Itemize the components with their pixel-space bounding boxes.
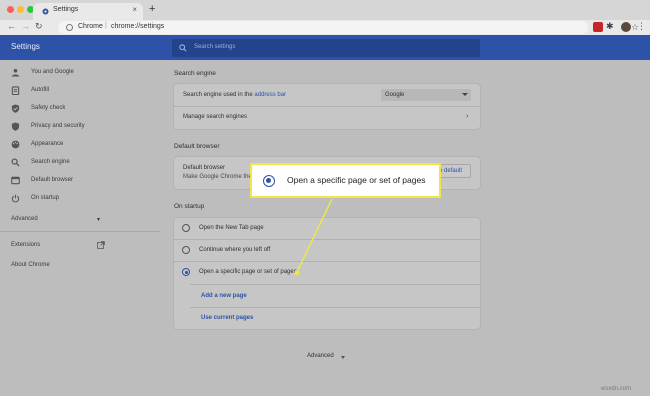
search-engine-select-value: Google <box>385 92 405 98</box>
sidebar-item-label: Safety check <box>31 105 66 111</box>
forward-arrow-icon[interactable]: → <box>21 21 30 31</box>
sidebar-item-label: Default browser <box>31 177 74 183</box>
default-browser-row-subtitle: Make Google Chrome the d <box>183 174 257 180</box>
reload-icon[interactable]: ↻ <box>35 21 43 32</box>
sidebar-item-on-startup[interactable]: On startup <box>0 191 160 207</box>
callout-box: Open a specific page or set of pages <box>250 163 441 198</box>
watermark: wsxdn.com <box>601 386 632 392</box>
radio-specific-pages[interactable] <box>182 268 190 276</box>
row-divider <box>190 307 480 308</box>
tab-strip: Settings × + <box>0 0 650 20</box>
browser-icon <box>11 176 20 185</box>
sidebar-item-about-chrome[interactable]: About Chrome <box>11 262 50 268</box>
default-browser-row-title: Default browser <box>183 165 226 171</box>
gear-icon <box>42 8 49 15</box>
close-tab-icon[interactable]: × <box>132 5 137 14</box>
browser-toolbar: ← → ↻ Chrome | chrome://settings ☆ ✱ ⋮ <box>0 20 650 35</box>
advanced-expand-button[interactable]: Advanced <box>307 353 334 359</box>
sidebar-item-search-engine[interactable]: Search engine <box>0 155 160 171</box>
url-site-chip: Chrome <box>78 23 103 30</box>
chevron-down-icon[interactable] <box>341 356 345 359</box>
address-bar[interactable]: Chrome | chrome://settings ☆ <box>58 21 639 34</box>
tab-settings[interactable]: Settings × <box>33 3 143 20</box>
use-current-pages-link[interactable]: Use current pages <box>201 315 253 321</box>
section-title-search-engine: Search engine <box>174 70 216 77</box>
back-arrow-icon[interactable]: ← <box>7 21 16 31</box>
section-title-default-browser: Default browser <box>174 143 220 150</box>
radio-continue-where-left-off[interactable] <box>182 246 190 254</box>
dropdown-caret-icon <box>462 93 468 96</box>
site-info-icon[interactable] <box>66 24 73 31</box>
more-menu-icon[interactable]: ⋮ <box>637 21 646 32</box>
palette-icon <box>11 140 20 149</box>
search-engine-row-label: Search engine used in the address bar <box>183 92 287 98</box>
url-separator: | <box>105 22 107 29</box>
tab-title: Settings <box>53 6 79 13</box>
on-startup-card: Open the New Tab page Continue where you… <box>174 218 480 329</box>
row-divider <box>174 106 480 107</box>
radio-label: Open the New Tab page <box>199 225 264 231</box>
power-icon <box>11 194 20 203</box>
callout-text: Open a specific page or set of pages <box>287 175 426 185</box>
manage-search-engines-row[interactable]: Manage search engines <box>183 114 247 120</box>
extensions-puzzle-icon[interactable]: ✱ <box>606 21 614 32</box>
open-in-new-icon[interactable] <box>97 241 105 249</box>
profile-avatar[interactable] <box>621 22 631 32</box>
extension-icon[interactable] <box>593 22 603 32</box>
person-icon <box>11 68 20 77</box>
shield-check-icon <box>11 104 20 113</box>
clipboard-icon <box>11 86 20 95</box>
row-divider <box>190 284 480 285</box>
sidebar-item-label: Search engine <box>31 159 70 165</box>
shield-icon <box>11 122 20 131</box>
sidebar-item-you-and-google[interactable]: You and Google <box>0 65 160 81</box>
sidebar-item-safety-check[interactable]: Safety check <box>0 101 160 117</box>
sidebar-item-default-browser[interactable]: Default browser <box>0 173 160 189</box>
search-engine-card: Search engine used in the address bar Go… <box>174 84 480 129</box>
search-icon <box>11 158 20 167</box>
row-divider <box>174 239 480 240</box>
settings-header: Settings Search settings <box>0 35 650 60</box>
radio-label: Open a specific page or set of pages <box>199 269 297 275</box>
sidebar-item-appearance[interactable]: Appearance <box>0 137 160 153</box>
row-divider <box>174 261 480 262</box>
radio-label: Continue where you left off <box>199 247 271 253</box>
sidebar-item-extensions[interactable]: Extensions <box>11 242 40 248</box>
url-text: chrome://settings <box>111 23 165 30</box>
sidebar-item-label: Privacy and security <box>31 123 85 129</box>
search-engine-select[interactable]: Google <box>381 89 471 101</box>
new-tab-button[interactable]: + <box>149 3 155 15</box>
sidebar-item-label: On startup <box>31 195 60 201</box>
chevron-right-icon[interactable]: › <box>466 113 468 120</box>
search-input[interactable]: Search settings <box>172 39 480 57</box>
radio-checked-icon <box>263 175 275 187</box>
sidebar-divider <box>0 231 160 232</box>
sidebar-item-autofill[interactable]: Autofill <box>0 83 160 99</box>
sidebar-item-label: Appearance <box>31 141 64 147</box>
address-bar-link[interactable]: address bar <box>254 92 286 98</box>
sidebar-advanced-toggle[interactable]: Advanced <box>11 216 38 222</box>
sidebar-item-privacy[interactable]: Privacy and security <box>0 119 160 135</box>
radio-new-tab-page[interactable] <box>182 224 190 232</box>
sidebar-item-label: Autofill <box>31 87 50 93</box>
add-new-page-link[interactable]: Add a new page <box>201 293 247 299</box>
section-title-on-startup: On startup <box>174 203 205 210</box>
close-window-button[interactable] <box>7 6 14 13</box>
minimize-window-button[interactable] <box>17 6 24 13</box>
search-icon <box>179 44 187 52</box>
page-title: Settings <box>11 42 40 51</box>
chevron-down-icon[interactable]: ▾ <box>97 216 100 223</box>
search-placeholder: Search settings <box>194 44 236 50</box>
sidebar-item-label: You and Google <box>31 69 74 75</box>
